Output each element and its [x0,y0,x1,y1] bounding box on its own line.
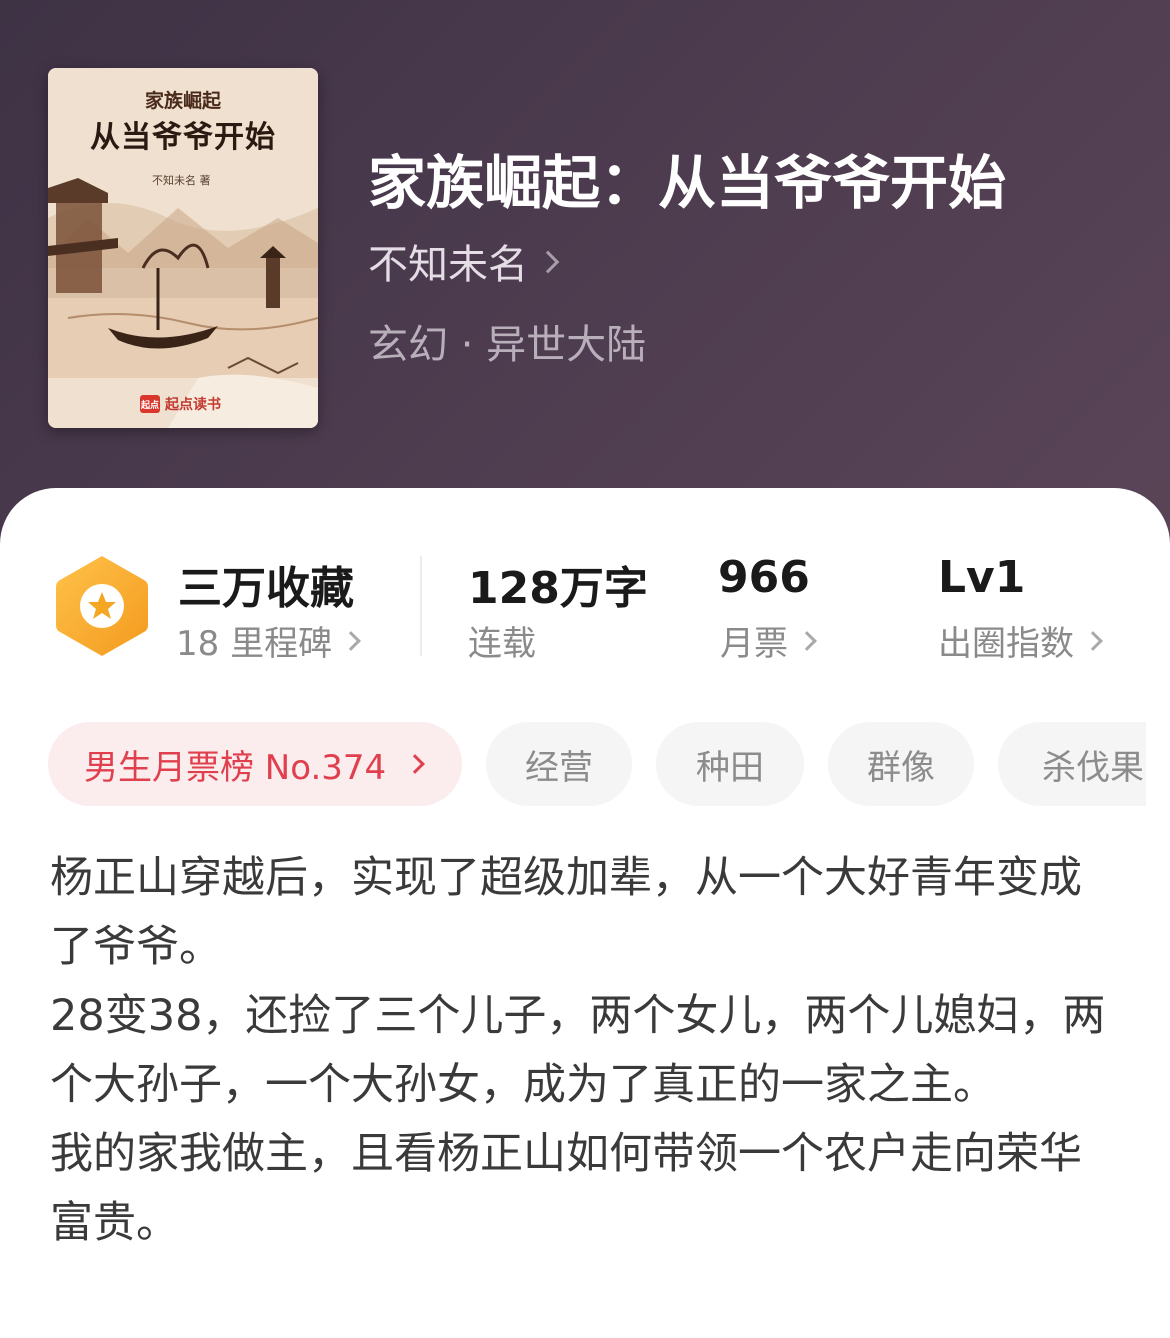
chevron-right-icon [341,630,361,651]
chevron-right-icon [797,630,817,651]
stats-divider [420,556,422,656]
description-paragraph: 杨正山穿越后，实现了超级加辈，从一个大好青年变成了爷爷。 [50,853,1082,972]
cover-title-text: 从当爷爷开始 [90,120,276,155]
publisher-logo-icon: 起点 [140,395,160,413]
book-genre: 玄幻 · 异世大陆 [368,322,647,368]
collection-value: 三万收藏 [178,563,354,614]
stats-row: 三万收藏 18 里程碑 128万字 连载 966 月票 Lv1 出圈指数 [0,488,1170,688]
chevron-right-icon [1083,630,1103,651]
milestone-link[interactable]: 18 里程碑 [176,616,361,665]
author-link[interactable]: 不知未名 [368,232,560,290]
serial-status-text: 连载 [468,624,536,664]
popularity-value: Lv1 [938,552,1026,603]
description-paragraph: 28变38，还捡了三个儿子，两个女儿，两个儿媳妇，两个大孙子，一个大孙女，成为了… [50,991,1106,1110]
book-title: 家族崛起：从当爷爷开始 [368,149,1007,217]
tag-row: 男生月票榜 No.374 经营 种田 群像 杀伐果 [48,722,1146,806]
tag-item[interactable]: 种田 [656,722,804,806]
tag-item[interactable]: 杀伐果 [998,722,1146,806]
publisher-name: 起点读书 [165,397,221,413]
cover-publisher: 起点 起点读书 [140,394,221,414]
monthly-votes-label: 月票 [720,624,788,664]
popularity-label: 出圈指数 [938,624,1074,664]
book-description: 杨正山穿越后，实现了超级加辈，从一个大好青年变成了爷爷。 28变38，还捡了三个… [50,844,1120,1258]
star-badge-icon [56,556,148,656]
book-cover[interactable]: 家族崛起 从当爷爷开始 不知未名 著 起点 起点读书 [48,68,318,428]
popularity-link[interactable]: 出圈指数 [938,616,1103,665]
cover-series-text: 家族崛起 [144,90,221,112]
monthly-votes-value: 966 [718,552,810,603]
description-paragraph: 我的家我做主，且看杨正山如何带领一个农户走向荣华富贵。 [50,1129,1082,1248]
book-header: 家族崛起 从当爷爷开始 不知未名 著 起点 起点读书 家族崛起：从当爷爷开始 不… [0,0,1170,560]
monthly-votes-link[interactable]: 月票 [720,616,817,665]
monthly-rank-label: 男生月票榜 No.374 [84,747,387,788]
monthly-rank-tag[interactable]: 男生月票榜 No.374 [48,722,462,806]
milestone-label: 18 里程碑 [176,624,333,664]
serial-status-label: 连载 [468,616,536,665]
cover-author-text: 不知未名 著 [152,174,211,187]
author-name: 不知未名 [368,242,528,288]
book-detail-card: 三万收藏 18 里程碑 128万字 连载 966 月票 Lv1 出圈指数 男生月… [0,488,1170,1338]
chevron-right-icon [536,250,560,274]
tag-item[interactable]: 经营 [486,722,632,806]
word-count-value: 128万字 [468,563,648,614]
tag-item[interactable]: 群像 [828,722,974,806]
chevron-right-icon [405,754,426,774]
